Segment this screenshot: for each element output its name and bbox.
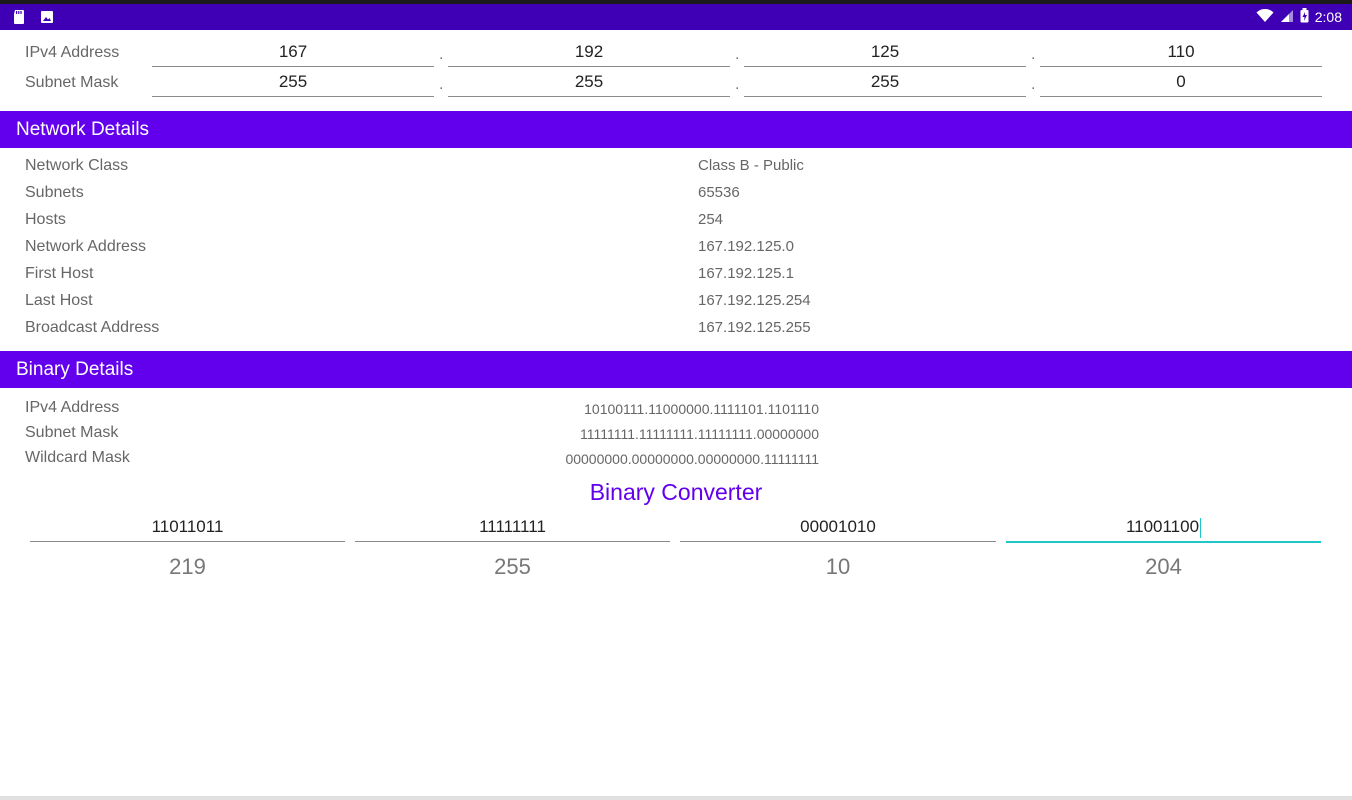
status-bar: 2:08 [0,4,1352,30]
binary-converter-title: Binary Converter [589,479,763,505]
subnet-octet-4-input[interactable]: 0 [1040,68,1322,97]
binary-row-ipv4: IPv4 Address 10100111.11000000.1111101.1… [0,397,1352,422]
ipv4-octet-1-input[interactable]: 167 [152,38,434,67]
ipv4-octet-2-input[interactable]: 192 [448,38,730,67]
octet-separator: . [1031,46,1036,63]
binary-value: 00000000.00000000.00000000.11111111 [565,451,819,467]
detail-label: Network Address [25,238,146,255]
subnet-octet-1-input[interactable]: 255 [152,68,434,97]
detail-value: Class B - Public [698,157,804,174]
decimal-output-2: 255 [494,554,531,579]
battery-icon [1300,8,1309,26]
binary-input-4[interactable]: 11001100 [1006,512,1321,543]
detail-value: 254 [698,211,724,228]
detail-row-last-host: Last Host 167.192.125.254 [0,289,1352,316]
wifi-icon [1256,8,1274,26]
network-details-header: Network Details [0,111,1352,148]
binary-details-header: Binary Details [0,351,1352,388]
detail-value: 167.192.125.1 [698,265,794,282]
detail-label: First Host [25,265,94,282]
binary-row-wildcard-mask: Wildcard Mask 00000000.00000000.00000000… [0,447,1352,472]
binary-label: Subnet Mask [25,424,119,441]
octet-separator: . [735,46,740,63]
text-cursor [1200,517,1202,538]
detail-row-network-class: Network Class Class B - Public [0,154,1352,181]
detail-row-broadcast-address: Broadcast Address 167.192.125.255 [0,316,1352,343]
network-details-title: Network Details [16,119,150,140]
detail-value: 167.192.125.254 [698,292,811,309]
octet-separator: . [735,76,740,93]
decimal-output-1: 219 [169,554,206,579]
binary-details-title: Binary Details [16,359,134,380]
subnet-octet-3-input[interactable]: 255 [744,68,1026,97]
binary-input-2[interactable]: 11111111 [355,512,670,542]
detail-row-first-host: First Host 167.192.125.1 [0,262,1352,289]
octet-separator: . [439,76,444,93]
detail-value: 167.192.125.255 [698,319,811,336]
sd-card-icon [12,9,26,25]
ipv4-address-row: IPv4 Address 167 . 192 . 125 . 110 [0,38,1352,68]
detail-row-subnets: Subnets 65536 [0,181,1352,208]
binary-label: Wildcard Mask [25,449,130,466]
binary-value: 10100111.11000000.1111101.1101110 [584,401,819,417]
detail-label: Hosts [25,211,66,228]
binary-value: 11111111.11111111.11111111.00000000 [579,426,819,442]
decimal-output-3: 10 [825,554,851,579]
octet-separator: . [439,46,444,63]
detail-label: Broadcast Address [25,319,160,336]
binary-input-4-text: 11001100 [1125,517,1200,536]
status-time: 2:08 [1314,9,1342,25]
detail-label: Subnets [25,184,84,201]
detail-value: 167.192.125.0 [698,238,794,255]
detail-label: Network Class [25,157,129,174]
binary-input-1[interactable]: 11011011 [30,512,345,542]
binary-input-3[interactable]: 00001010 [680,512,996,542]
detail-row-network-address: Network Address 167.192.125.0 [0,235,1352,262]
bottom-edge [0,796,1352,800]
subnet-octet-2-input[interactable]: 255 [448,68,730,97]
subnet-mask-row: Subnet Mask 255 . 255 . 255 . 0 [0,68,1352,98]
binary-label: IPv4 Address [25,399,120,416]
decimal-output-4: 204 [1145,554,1182,579]
detail-row-hosts: Hosts 254 [0,208,1352,235]
ipv4-octet-3-input[interactable]: 125 [744,38,1026,67]
ipv4-octet-4-input[interactable]: 110 [1040,38,1322,67]
image-icon [40,9,54,25]
subnet-mask-label: Subnet Mask [25,74,119,91]
ipv4-address-label: IPv4 Address [25,44,120,61]
octet-separator: . [1031,76,1036,93]
detail-label: Last Host [25,292,93,309]
cell-signal-icon [1280,9,1294,26]
detail-value: 65536 [698,184,740,201]
binary-row-subnet-mask: Subnet Mask 11111111.11111111.11111111.0… [0,422,1352,447]
